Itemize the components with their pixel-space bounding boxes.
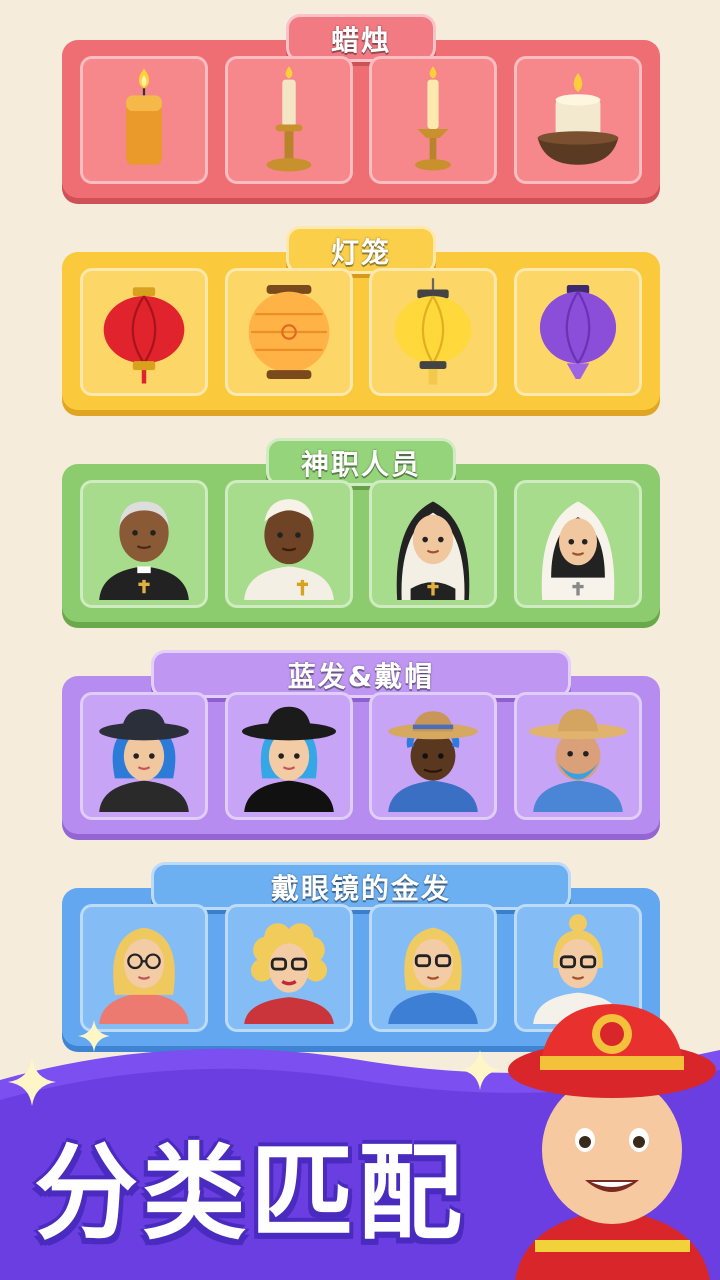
item-slot[interactable] [369,56,498,184]
category-lanterns: 灯笼 [62,226,660,410]
category-label: 蓝发&戴帽 [151,650,571,698]
item-slot[interactable] [224,692,353,820]
item-slot[interactable] [80,692,208,820]
blue-hair-man-straw-hat-icon [388,711,479,812]
candle-in-bowl-icon [537,72,619,165]
item-slot[interactable] [513,268,642,396]
headline-text: 分类匹配 [34,1132,467,1254]
blue-beard-man-straw-hat-icon [528,708,628,812]
item-slots [80,268,642,396]
item-slot[interactable] [513,692,642,820]
blonde-curly-woman-glasses-icon [243,923,334,1024]
item-slot[interactable] [80,480,208,608]
item-slots [80,480,642,608]
category-blue-hair-hats: 蓝发&戴帽 [62,650,660,834]
item-slot[interactable] [224,268,353,396]
category-label: 戴眼镜的金发 [151,862,571,910]
pope-icon [243,499,334,600]
blue-hair-woman-turtleneck-icon [241,706,336,812]
item-slot[interactable] [224,56,353,184]
nun-white-habit-icon [541,501,615,600]
category-label: 神职人员 [265,438,457,486]
item-slot[interactable] [369,904,498,1032]
red-lantern-icon [103,287,185,384]
sparkle-icon [78,1020,110,1052]
item-slot[interactable] [369,692,498,820]
blonde-woman-glasses-blue-shirt-icon [388,927,479,1024]
category-label: 蜡烛 [286,14,436,62]
category-clergy: 神职人员 [62,438,660,622]
sparkle-icon [8,1058,56,1106]
item-slot[interactable] [80,904,208,1032]
item-slot[interactable] [224,480,353,608]
item-slot[interactable] [80,56,208,184]
item-slot[interactable] [224,904,353,1032]
firefighter-mascot-icon [508,1004,716,1280]
priest-icon [99,501,189,600]
category-candles: 蜡烛 [62,14,660,198]
sparkle-icon [460,1050,500,1090]
category-label: 灯笼 [286,226,436,274]
purple-lantern-icon [539,284,617,380]
yellow-lantern-icon [395,278,472,385]
pillar-candle-icon [126,68,162,165]
item-slots [80,56,642,184]
brass-candlestick-icon [266,66,312,172]
item-slot[interactable] [513,480,642,608]
tall-candle-holder-icon [415,66,452,171]
nun-black-habit-icon [397,501,470,600]
blue-hair-woman-leather-jacket-icon [99,708,189,812]
item-slot[interactable] [369,268,498,396]
item-slot[interactable] [369,480,498,608]
item-slots [80,692,642,820]
item-slot[interactable] [80,268,208,396]
item-slot[interactable] [513,56,642,184]
blonde-woman-glasses-pink-icon [99,927,189,1024]
orange-paper-lantern-icon [248,284,329,380]
